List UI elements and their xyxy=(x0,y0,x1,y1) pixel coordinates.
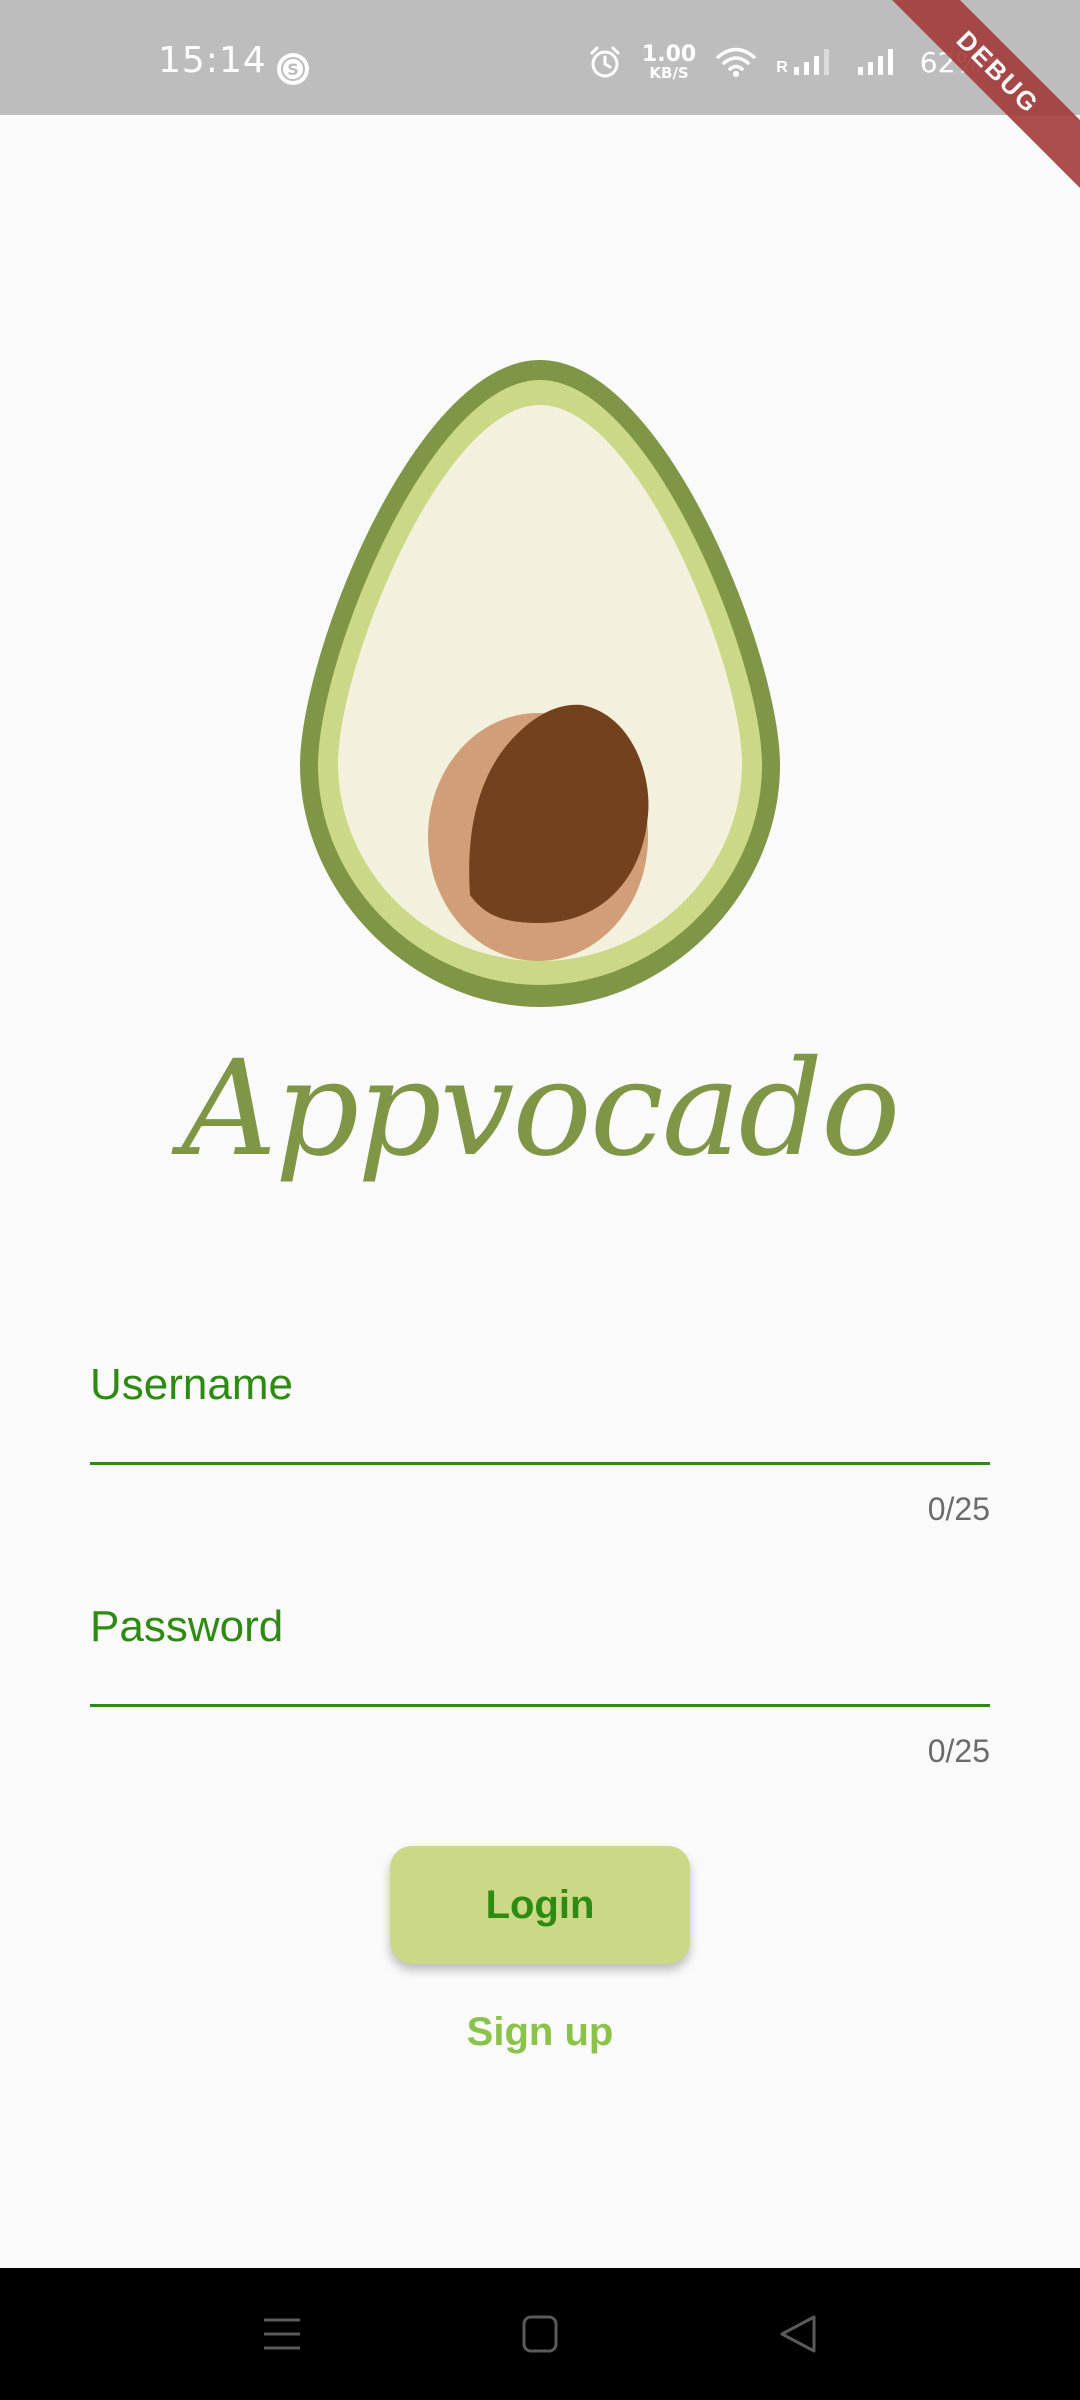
debug-banner: DEBUG xyxy=(867,0,1080,203)
username-input[interactable] xyxy=(90,1418,994,1476)
speed-unit: KB/S xyxy=(649,63,689,82)
back-icon[interactable] xyxy=(778,2312,818,2361)
password-label: Password xyxy=(90,1602,284,1651)
alarm-icon xyxy=(588,45,622,79)
password-field[interactable]: Password 0/25 xyxy=(90,1602,994,1770)
password-counter: 0/25 xyxy=(927,1733,990,1769)
app-title: Appvocado xyxy=(181,1032,901,1186)
username-field[interactable]: Username 0/25 xyxy=(90,1360,994,1528)
status-time: 15:14 xyxy=(158,40,267,81)
menu-icon[interactable] xyxy=(262,2312,302,2361)
password-input[interactable] xyxy=(90,1660,994,1718)
avocado-logo xyxy=(296,355,784,1020)
status-bar: 15:14 S 1.00 KB/S R 62% DEBUG xyxy=(0,0,1080,203)
login-button[interactable]: Login xyxy=(390,1846,690,1964)
home-icon[interactable] xyxy=(520,2312,560,2361)
network-speed: 1.00 KB/S xyxy=(641,41,697,82)
signal-icon xyxy=(856,47,900,77)
signal-icon: R xyxy=(776,47,836,77)
wifi-icon xyxy=(716,46,756,78)
roaming-indicator: R xyxy=(776,59,788,76)
navigation-bar xyxy=(0,2268,1080,2400)
username-counter: 0/25 xyxy=(927,1491,990,1527)
speed-value: 1.00 xyxy=(641,41,697,67)
svg-text:S: S xyxy=(287,60,299,79)
username-label: Username xyxy=(90,1360,293,1409)
signup-link[interactable]: Sign up xyxy=(0,2010,1080,2055)
s-circle-icon: S xyxy=(276,52,310,91)
